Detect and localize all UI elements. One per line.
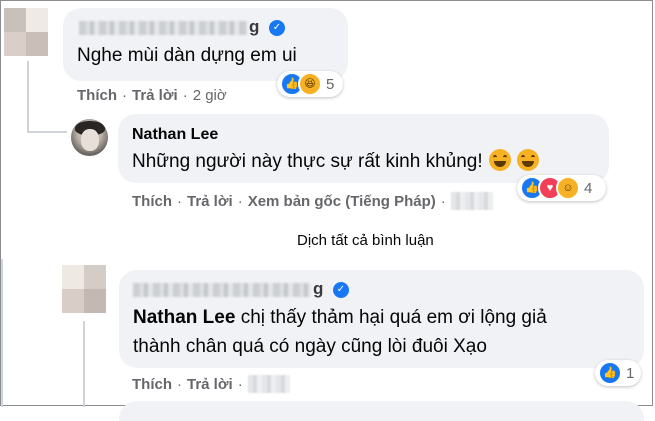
reaction-count: 1 — [626, 364, 635, 382]
avatar-blurred[interactable] — [62, 265, 106, 313]
author-name-tail: g — [313, 279, 324, 298]
timestamp-blurred[interactable] — [247, 375, 290, 393]
reply-link[interactable]: Trả lời — [132, 87, 178, 104]
like-link[interactable]: Thích — [132, 193, 172, 210]
author-name[interactable]: Nathan Lee — [132, 126, 218, 144]
laughing-tears-emoji — [516, 149, 539, 171]
comment-actions: Thích · Trả lời · Xem bản gốc (Tiếng Phá… — [132, 192, 493, 210]
comment-text-body: Những người này thực sự rất kinh khủng! — [132, 151, 483, 172]
reaction-summary[interactable]: 👍 1 — [595, 360, 641, 386]
comment-actions: Thích · Trả lời · — [132, 375, 290, 393]
author-name-tail: g — [249, 17, 260, 36]
reply-link[interactable]: Trả lời — [187, 193, 233, 210]
avatar-nathan-lee[interactable] — [71, 119, 108, 156]
timestamp[interactable]: 2 giờ — [193, 87, 227, 104]
reaction-summary[interactable]: 👍 😆 5 — [277, 71, 343, 97]
reaction-count: 5 — [326, 75, 335, 93]
avatar-blurred[interactable] — [4, 8, 48, 56]
reaction-count: 4 — [584, 179, 593, 197]
comment-bubble-3: g ✓ Nathan Lee chị thấy thảm hại quá em … — [119, 270, 644, 368]
verified-badge-icon: ✓ — [269, 20, 285, 36]
translate-all-link[interactable]: Dịch tất cả bình luận — [297, 232, 434, 249]
haha-icon: 😆 — [298, 72, 322, 96]
like-icon: 👍 — [598, 361, 622, 385]
author-name-blurred[interactable] — [79, 21, 247, 35]
timestamp-blurred[interactable] — [450, 192, 493, 210]
reply-link[interactable]: Trả lời — [187, 376, 233, 393]
comment-text: Nghe mùi dàn dựng em ui — [77, 45, 297, 66]
laughing-tears-emoji — [488, 149, 511, 171]
care-icon: ☺ — [556, 176, 580, 200]
screenshot-frame: g ✓ Nghe mùi dàn dựng em ui 👍 😆 5 Thích … — [0, 0, 653, 421]
thread-line-curve — [27, 131, 67, 133]
thread-line-bottom — [1, 259, 3, 407]
thread-line — [83, 321, 85, 407]
next-comment-bubble — [119, 401, 644, 421]
mention-link[interactable]: Nathan Lee — [133, 307, 235, 328]
like-link[interactable]: Thích — [132, 376, 172, 393]
comment-text: Nathan Lee chị thấy thảm hại quá em ơi l… — [133, 303, 573, 361]
verified-badge-icon: ✓ — [333, 282, 349, 298]
comment-text: Những người này thực sự rất kinh khủng! — [132, 149, 539, 173]
comment-actions: Thích · Trả lời · 2 giờ — [77, 87, 227, 104]
author-name-blurred[interactable] — [133, 283, 311, 297]
thread-line — [27, 61, 29, 131]
like-link[interactable]: Thích — [77, 87, 117, 104]
comment-bubble-2: Nathan Lee Những người này thực sự rất k… — [118, 114, 609, 183]
reaction-summary[interactable]: 👍 ♥ ☺ 4 — [517, 175, 606, 201]
view-original-link[interactable]: Xem bản gốc (Tiếng Pháp) — [248, 193, 436, 210]
